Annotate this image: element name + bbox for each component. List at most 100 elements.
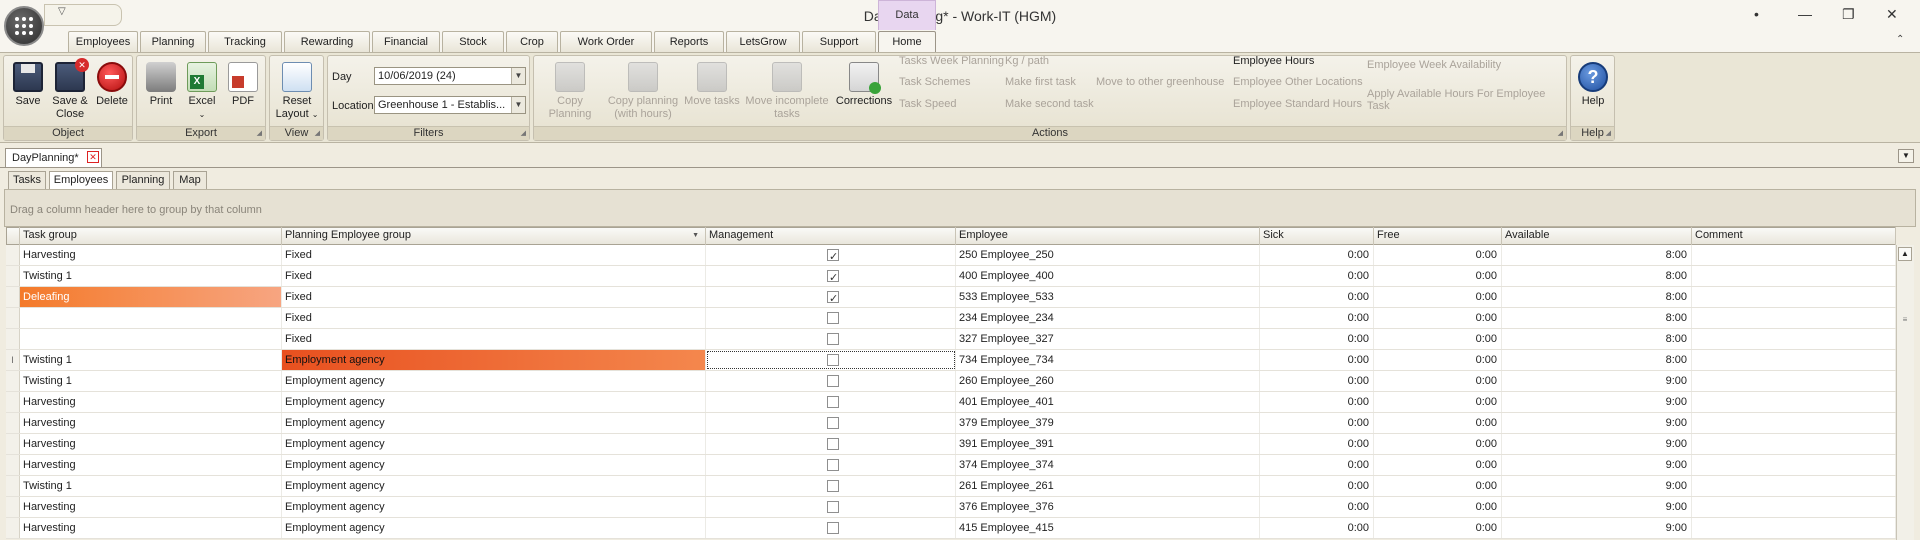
cell-management[interactable] [706, 350, 956, 370]
cell-free[interactable]: 0:00 [1374, 287, 1502, 307]
management-checkbox[interactable] [827, 501, 839, 513]
chevron-down-icon[interactable]: ▼ [511, 97, 525, 113]
cell-available[interactable]: 9:00 [1502, 518, 1692, 538]
subtab-tasks[interactable]: Tasks [8, 171, 46, 189]
cell-task-group[interactable]: Twisting 1 [20, 371, 282, 391]
cell-employee[interactable]: 415 Employee_415 [956, 518, 1260, 538]
chevron-down-icon[interactable]: ▼ [511, 68, 525, 84]
row-selector[interactable] [6, 518, 20, 538]
row-selector[interactable] [6, 413, 20, 433]
cell-employee-group[interactable]: Employment agency [282, 350, 706, 370]
row-selector[interactable] [6, 308, 20, 328]
row-selector[interactable] [6, 476, 20, 496]
management-checkbox[interactable] [827, 312, 839, 324]
cell-employee[interactable]: 260 Employee_260 [956, 371, 1260, 391]
management-checkbox[interactable] [827, 354, 839, 366]
management-checkbox[interactable] [827, 333, 839, 345]
management-checkbox[interactable] [827, 522, 839, 534]
table-row[interactable]: Fixed 327 Employee_327 0:00 0:00 8:00 [6, 329, 1896, 350]
cell-task-group[interactable]: Twisting 1 [20, 476, 282, 496]
reset-layout-button[interactable]: Reset Layout ⌄ [273, 62, 321, 121]
move-other-greenhouse-button[interactable]: Move to other greenhouse [1096, 76, 1224, 88]
pdf-button[interactable]: PDF [223, 62, 263, 108]
close-tab-icon[interactable]: ✕ [87, 151, 99, 163]
table-row[interactable]: Twisting 1 Employment agency 260 Employee_… [6, 371, 1896, 392]
management-checkbox[interactable] [827, 289, 839, 307]
cell-employee[interactable]: 261 Employee_261 [956, 476, 1260, 496]
cell-comment[interactable] [1692, 497, 1896, 517]
cell-available[interactable]: 9:00 [1502, 434, 1692, 454]
tab-support[interactable]: Support [802, 31, 876, 52]
col-available[interactable]: Available [1502, 227, 1692, 245]
tasks-week-planning-button[interactable]: Tasks Week Planning [899, 55, 1004, 67]
cell-available[interactable]: 9:00 [1502, 413, 1692, 433]
row-selector[interactable] [6, 497, 20, 517]
close-window-icon[interactable]: ✕ [1886, 6, 1898, 23]
dialog-launcher-icon[interactable]: ◢ [521, 129, 526, 137]
cell-free[interactable]: 0:00 [1374, 476, 1502, 496]
tab-work-order[interactable]: Work Order [560, 31, 652, 52]
cell-employee-group[interactable]: Employment agency [282, 476, 706, 496]
save-close-button[interactable]: Save &Close [48, 58, 92, 121]
cell-free[interactable]: 0:00 [1374, 392, 1502, 412]
cell-available[interactable]: 8:00 [1502, 245, 1692, 265]
cell-sick[interactable]: 0:00 [1260, 392, 1374, 412]
cell-comment[interactable] [1692, 245, 1896, 265]
cell-employee[interactable]: 391 Employee_391 [956, 434, 1260, 454]
cell-sick[interactable]: 0:00 [1260, 308, 1374, 328]
cell-employee-group[interactable]: Employment agency [282, 413, 706, 433]
col-task-group[interactable]: Task group [20, 227, 282, 245]
cell-employee[interactable]: 234 Employee_234 [956, 308, 1260, 328]
cell-free[interactable]: 0:00 [1374, 413, 1502, 433]
document-menu-icon[interactable]: ▼ [1898, 149, 1914, 163]
cell-employee-group[interactable]: Employment agency [282, 497, 706, 517]
cell-employee-group[interactable]: Employment agency [282, 371, 706, 391]
cell-employee-group[interactable]: Employment agency [282, 518, 706, 538]
cell-employee-group[interactable]: Employment agency [282, 455, 706, 475]
cell-employee[interactable]: 250 Employee_250 [956, 245, 1260, 265]
cell-free[interactable]: 0:00 [1374, 266, 1502, 286]
cell-management[interactable] [706, 266, 956, 286]
apply-available-hours-button[interactable]: Apply Available Hours For Employee Task [1367, 88, 1566, 112]
row-selector[interactable] [6, 455, 20, 475]
maximize-icon[interactable]: ❐ [1842, 6, 1855, 23]
cell-comment[interactable] [1692, 392, 1896, 412]
cell-task-group[interactable]: Harvesting [20, 392, 282, 412]
cell-management[interactable] [706, 392, 956, 412]
row-selector[interactable] [6, 329, 20, 349]
management-checkbox[interactable] [827, 480, 839, 492]
filter-dropdown-icon[interactable]: ▼ [692, 227, 699, 244]
table-row[interactable]: Harvesting Employment agency 379 Employee_… [6, 413, 1896, 434]
cell-employee[interactable]: 376 Employee_376 [956, 497, 1260, 517]
cell-management[interactable] [706, 434, 956, 454]
move-tasks-button[interactable]: Move tasks [682, 62, 742, 108]
row-selector[interactable] [6, 266, 20, 286]
cell-sick[interactable]: 0:00 [1260, 413, 1374, 433]
cell-comment[interactable] [1692, 287, 1896, 307]
tab-financial[interactable]: Financial [372, 31, 440, 52]
cell-management[interactable] [706, 476, 956, 496]
cell-sick[interactable]: 0:00 [1260, 350, 1374, 370]
cell-sick[interactable]: 0:00 [1260, 245, 1374, 265]
day-select[interactable]: 10/06/2019 (24) ▼ [374, 67, 526, 85]
cell-management[interactable] [706, 455, 956, 475]
table-row[interactable]: I Twisting 1 Employment agency 734 Employee… [6, 350, 1896, 371]
cell-available[interactable]: 9:00 [1502, 497, 1692, 517]
cell-task-group[interactable]: Harvesting [20, 413, 282, 433]
cell-employee[interactable]: 327 Employee_327 [956, 329, 1260, 349]
management-checkbox[interactable] [827, 247, 839, 265]
cell-management[interactable] [706, 413, 956, 433]
row-selector[interactable] [6, 287, 20, 307]
row-selector[interactable]: I [6, 350, 20, 370]
cell-sick[interactable]: 0:00 [1260, 371, 1374, 391]
dialog-launcher-icon[interactable]: ◢ [1558, 129, 1563, 137]
tab-stock[interactable]: Stock [442, 31, 504, 52]
row-selector[interactable] [6, 245, 20, 265]
subtab-map[interactable]: Map [173, 171, 207, 189]
table-row[interactable]: Twisting 1Fixed400 Employee_4000:000:008… [6, 266, 1896, 287]
tab-crop[interactable]: Crop [506, 31, 558, 52]
delete-button[interactable]: Delete [92, 62, 132, 108]
cell-employee-group[interactable]: Fixed [282, 245, 706, 265]
employee-hours-button[interactable]: Employee Hours [1233, 55, 1314, 67]
tab-employees[interactable]: Employees [68, 31, 138, 52]
